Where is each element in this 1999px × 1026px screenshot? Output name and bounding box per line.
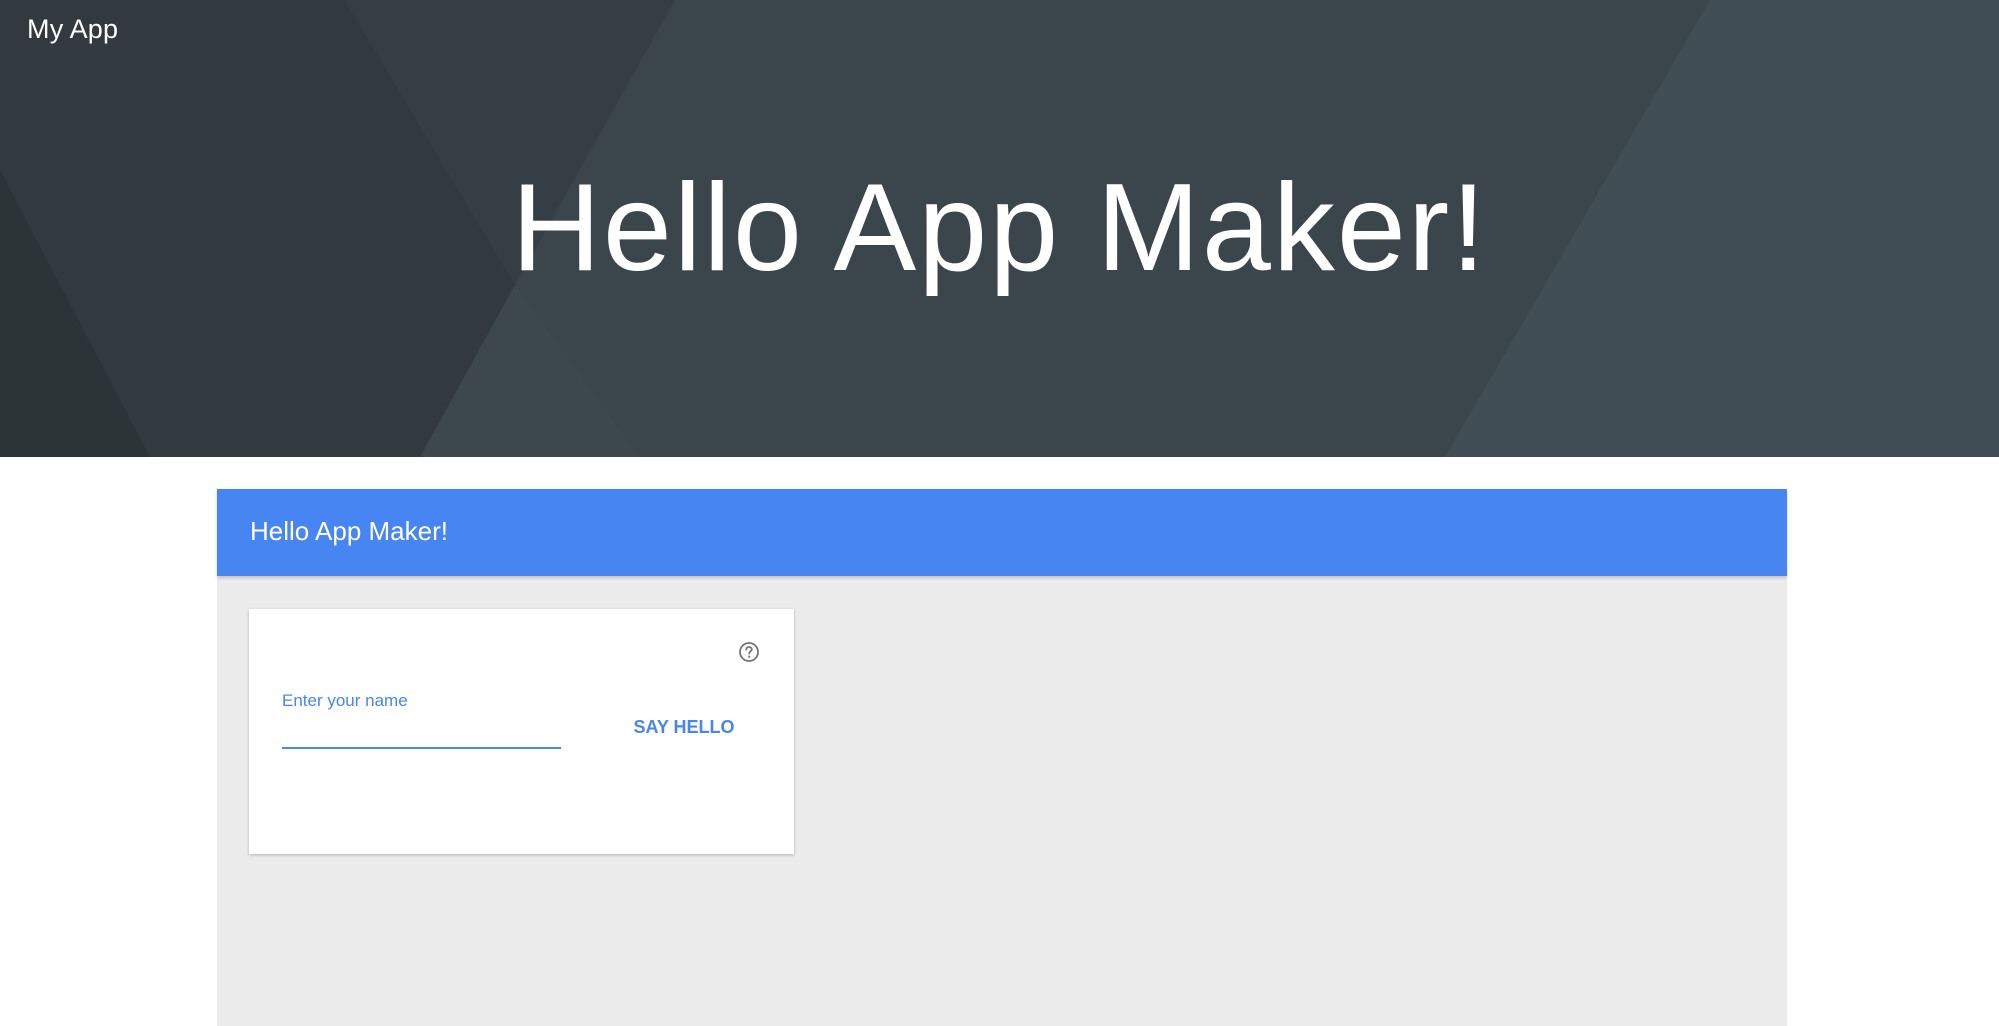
say-hello-button[interactable]: SAY HELLO	[619, 706, 749, 748]
name-input[interactable]	[282, 715, 561, 749]
hello-card: Enter your name SAY HELLO	[249, 609, 794, 854]
panel-header: Hello App Maker!	[217, 489, 1787, 576]
help-circle-icon[interactable]	[738, 641, 760, 663]
main-panel: Hello App Maker! Enter your name SAY HEL…	[217, 489, 1787, 1026]
name-field-label: Enter your name	[282, 691, 408, 710]
hero-banner: My App Hello App Maker!	[0, 0, 1999, 457]
panel-title: Hello App Maker!	[250, 516, 448, 546]
hero-heading: Hello App Maker!	[511, 159, 1488, 297]
app-title[interactable]: My App	[27, 14, 118, 45]
